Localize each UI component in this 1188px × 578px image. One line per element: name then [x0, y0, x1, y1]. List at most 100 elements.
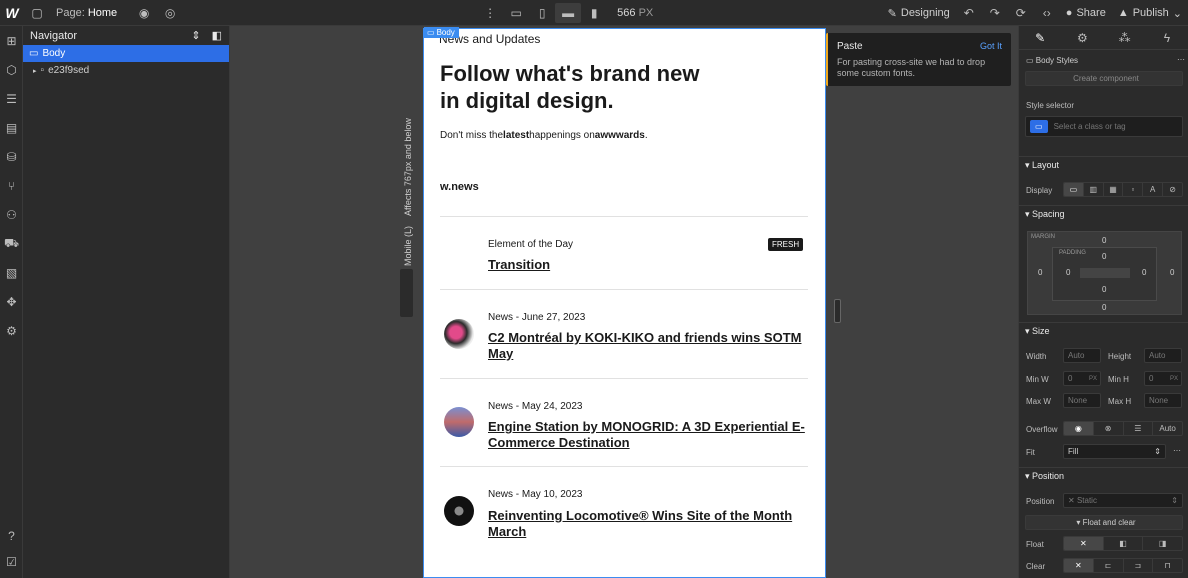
content-box: [1080, 268, 1130, 278]
spacing-section-header[interactable]: ▾ Spacing: [1019, 205, 1188, 222]
float-right-icon[interactable]: ◨: [1143, 537, 1182, 550]
desktop-star-breakpoint-icon[interactable]: ▭: [503, 0, 529, 26]
redo-icon[interactable]: ↷: [982, 0, 1008, 26]
margin-right[interactable]: 0: [1170, 268, 1174, 277]
publish-button[interactable]: ▲ Publish ⌄: [1112, 7, 1188, 20]
fit-select[interactable]: Fill ⇕: [1063, 444, 1166, 459]
lightning-tab-icon[interactable]: ϟ: [1146, 26, 1188, 49]
help-icon[interactable]: ?: [0, 521, 23, 550]
got-it-button[interactable]: Got It: [980, 41, 1002, 51]
clear-right-icon[interactable]: ⊐: [1124, 559, 1154, 572]
settings-tab-gear-icon[interactable]: ⚙: [1061, 26, 1103, 49]
canvas-width-readout[interactable]: 566 PX: [617, 7, 653, 19]
clear-left-icon[interactable]: ⊏: [1094, 559, 1124, 572]
max-width-input[interactable]: None: [1063, 393, 1101, 408]
max-height-input[interactable]: None: [1144, 393, 1182, 408]
body-element-icon: ▭: [29, 48, 39, 59]
display-block-icon[interactable]: ▭: [1064, 183, 1084, 196]
display-none-icon[interactable]: ⊘: [1163, 183, 1182, 196]
mobile-landscape-breakpoint-icon[interactable]: ▬: [555, 2, 582, 23]
news-item-title[interactable]: C2 Montréal by KOKI-KIKO and friends win…: [488, 330, 808, 362]
display-control[interactable]: ▭ ▥ ▦ ▫ A ⊘: [1063, 182, 1183, 197]
spacing-editor[interactable]: MARGIN 0 0 0 0 PADDING 0 0 0 0: [1027, 231, 1182, 315]
more-options-icon[interactable]: ⋯: [1173, 446, 1181, 455]
clear-both-icon[interactable]: ⊓: [1153, 559, 1182, 572]
padding-top[interactable]: 0: [1102, 252, 1106, 261]
position-select[interactable]: ✕ Static ⇕: [1063, 493, 1183, 508]
overflow-control[interactable]: ◉ ⊗ ☰ Auto: [1063, 421, 1183, 436]
display-flex-icon[interactable]: ▥: [1084, 183, 1104, 196]
float-control[interactable]: ✕ ◧ ◨: [1063, 536, 1183, 551]
margin-left[interactable]: 0: [1038, 268, 1042, 277]
pages-icon[interactable]: ▤: [0, 113, 23, 142]
float-and-clear-toggle[interactable]: ▾ Float and clear: [1025, 515, 1183, 530]
clear-none-x-icon[interactable]: ✕: [1064, 559, 1094, 572]
undo-icon[interactable]: ↶: [956, 0, 982, 26]
canvas-resize-handle[interactable]: [834, 299, 841, 323]
more-options-icon[interactable]: ⋯: [1177, 55, 1185, 64]
settings-icon[interactable]: ⚙: [0, 316, 23, 345]
expand-collapse-icon[interactable]: ⇕: [191, 30, 200, 42]
canvas-width-unit: PX: [638, 6, 654, 19]
preview-eye-icon[interactable]: ◎: [157, 0, 183, 26]
padding-right[interactable]: 0: [1142, 268, 1146, 277]
designing-label: Designing: [900, 7, 950, 19]
share-button[interactable]: ● Share: [1060, 7, 1112, 19]
size-section-header[interactable]: ▾ Size: [1019, 322, 1188, 339]
news-item-title[interactable]: Engine Station by MONOGRID: A 3D Experie…: [488, 419, 808, 451]
news-item-title[interactable]: Transition: [488, 257, 808, 273]
cms-icon[interactable]: ⛁: [0, 142, 23, 171]
logic-icon[interactable]: ⑂: [0, 171, 23, 200]
min-height-input[interactable]: 0 PX: [1144, 371, 1182, 386]
float-none-x-icon[interactable]: ✕: [1064, 537, 1104, 550]
mobile-portrait-breakpoint-icon[interactable]: ▮: [581, 0, 607, 26]
interactions-tab-drops-icon[interactable]: ⁂: [1104, 26, 1146, 49]
designing-mode-button[interactable]: ✎ Designing: [882, 7, 956, 20]
display-inline-icon[interactable]: A: [1143, 183, 1164, 196]
overflow-hidden-eye-icon[interactable]: ⊗: [1094, 422, 1124, 435]
margin-bottom[interactable]: 0: [1102, 303, 1106, 312]
page-selector[interactable]: Page: Home: [56, 7, 117, 19]
selected-element-tag[interactable]: ▭ Body: [424, 27, 459, 38]
display-inline-block-icon[interactable]: ▫: [1123, 183, 1144, 196]
navigator-item-e23f9sed[interactable]: ▸ ▫ e23f9sed: [23, 62, 229, 79]
webflow-logo[interactable]: W: [0, 0, 24, 26]
news-item-title[interactable]: Reinventing Locomotive® Wins Site of the…: [488, 508, 808, 540]
dock-panel-icon[interactable]: ◧: [212, 30, 222, 42]
padding-bottom[interactable]: 0: [1102, 285, 1106, 294]
padding-left[interactable]: 0: [1066, 268, 1070, 277]
position-section-header[interactable]: ▾ Position: [1019, 467, 1188, 484]
comments-icon[interactable]: ◉: [131, 0, 157, 26]
height-input[interactable]: Auto: [1144, 348, 1182, 363]
navigator-item-body[interactable]: ▭ Body: [23, 45, 229, 62]
selector-placeholder: Select a class or tag: [1053, 122, 1126, 131]
width-input[interactable]: Auto: [1063, 348, 1101, 363]
overflow-scroll-icon[interactable]: ☰: [1124, 422, 1154, 435]
overflow-visible-eye-icon[interactable]: ◉: [1064, 422, 1094, 435]
overflow-auto-option[interactable]: Auto: [1153, 422, 1182, 435]
assets-icon[interactable]: ▧: [0, 258, 23, 287]
float-left-icon[interactable]: ◧: [1104, 537, 1144, 550]
navigator-icon[interactable]: ☰: [0, 84, 23, 113]
x-icon: ✕: [1068, 496, 1077, 505]
layout-section-header[interactable]: ▾ Layout: [1019, 156, 1188, 173]
users-icon[interactable]: ⚇: [0, 200, 23, 229]
page-frame[interactable]: News and Updates Follow what's brand new…: [423, 28, 826, 578]
style-selector-input[interactable]: ▭ Select a class or tag: [1025, 116, 1183, 137]
audit-icon[interactable]: ☑: [0, 547, 23, 576]
style-tab-brush-icon[interactable]: ✎: [1019, 26, 1061, 49]
min-width-input[interactable]: 0 PX: [1063, 371, 1101, 386]
code-icon[interactable]: ‹›: [1034, 0, 1060, 26]
sync-icon[interactable]: ⟳: [1008, 0, 1034, 26]
padding-box: PADDING 0 0 0 0: [1052, 247, 1157, 301]
create-component-button[interactable]: Create component: [1025, 71, 1183, 86]
tablet-breakpoint-icon[interactable]: ▯: [529, 0, 555, 26]
clear-control[interactable]: ✕ ⊏ ⊐ ⊓: [1063, 558, 1183, 573]
margin-top[interactable]: 0: [1102, 236, 1106, 245]
more-vertical-icon[interactable]: ⋮: [477, 0, 503, 26]
apps-icon[interactable]: ✥: [0, 287, 23, 316]
add-elements-icon[interactable]: ⊞: [0, 26, 23, 55]
components-icon[interactable]: ⬡: [0, 55, 23, 84]
ecommerce-icon[interactable]: ⛟: [0, 229, 23, 258]
display-grid-icon[interactable]: ▦: [1104, 183, 1124, 196]
